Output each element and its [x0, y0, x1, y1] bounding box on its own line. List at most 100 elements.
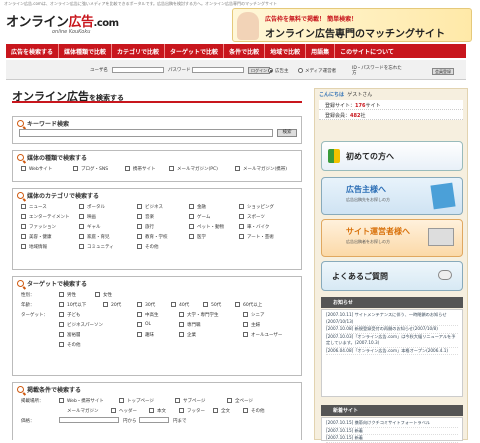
nav-media-type[interactable]: 媒体種類で比較 [59, 44, 113, 58]
media-checkbox[interactable] [73, 166, 78, 171]
target-checkbox[interactable] [243, 312, 248, 317]
category-checkbox[interactable] [137, 234, 142, 239]
category-checkbox[interactable] [137, 214, 142, 219]
position-checkbox[interactable] [213, 408, 218, 413]
category-checkbox[interactable] [21, 234, 26, 239]
header-banner[interactable]: 広告枠を無料で掲載！ 簡単検索！ オンライン広告専門のマッチングサイト [232, 8, 472, 42]
category-checkbox[interactable] [79, 224, 84, 229]
target-checkbox[interactable] [59, 322, 64, 327]
nav-conditions[interactable]: 条件で比較 [224, 44, 266, 58]
target-checkbox[interactable] [59, 332, 64, 337]
news-item[interactable]: [2006.04.08]「オンライン広告.com」本格オープン(2006.4.1… [326, 348, 458, 355]
username-input[interactable] [112, 67, 164, 73]
position-checkbox[interactable] [179, 408, 184, 413]
category-checkbox[interactable] [137, 244, 142, 249]
category-checkbox[interactable] [79, 234, 84, 239]
target-checkbox[interactable] [137, 332, 142, 337]
nav-target[interactable]: ターゲットで比較 [165, 44, 225, 58]
position-checkbox[interactable] [59, 398, 64, 403]
media-checkbox[interactable] [125, 166, 130, 171]
category-checkbox[interactable] [189, 214, 194, 219]
age-checkbox[interactable] [235, 302, 240, 307]
new-site-item[interactable]: [2007.10.15] 携帯向けクチコミサイトフォートラベル [326, 420, 458, 428]
category-label: 映画 [87, 215, 96, 220]
target-option: 中高生 [145, 313, 159, 318]
media-option-label: 携帯サイト [133, 167, 156, 172]
position-checkbox[interactable] [119, 398, 124, 403]
age-checkbox[interactable] [103, 302, 108, 307]
category-checkbox[interactable] [137, 224, 142, 229]
target-checkbox[interactable] [59, 312, 64, 317]
main-nav: 広告を検索する 媒体種類で比較 カテゴリで比較 ターゲットで比較 条件で比較 地… [6, 44, 466, 58]
faq-button[interactable]: よくあるご質問 [321, 261, 463, 291]
position-checkbox[interactable] [175, 398, 180, 403]
news-item[interactable]: [2007.10.08] 新規登録受付の再開のお知らせ(2007/10/8) [326, 326, 458, 334]
target-checkbox[interactable] [179, 312, 184, 317]
nav-search[interactable]: 広告を検索する [6, 44, 60, 58]
nav-about[interactable]: このサイトについて [335, 44, 399, 58]
gender-checkbox[interactable] [95, 292, 100, 297]
target-checkbox[interactable] [243, 322, 248, 327]
age-checkbox[interactable] [171, 302, 176, 307]
category-checkbox[interactable] [21, 224, 26, 229]
target-checkbox[interactable] [179, 332, 184, 337]
nav-category[interactable]: カテゴリで比較 [112, 44, 166, 58]
category-label: 教育・学校 [145, 235, 168, 240]
site-operator-button[interactable]: サイト運営者様へ 広告出稿者をお探しの方 [321, 219, 463, 257]
category-checkbox[interactable] [79, 204, 84, 209]
media-checkbox[interactable] [21, 166, 26, 171]
laptop-icon [428, 228, 454, 246]
age-checkbox[interactable] [59, 302, 64, 307]
news-item[interactable]: [2007.10.03]「オンライン広告.com」は今秋大幅リニューアルを予定し… [326, 334, 458, 348]
category-checkbox[interactable] [79, 214, 84, 219]
category-checkbox[interactable] [189, 234, 194, 239]
target-checkbox[interactable] [137, 312, 142, 317]
age-checkbox[interactable] [137, 302, 142, 307]
category-checkbox[interactable] [21, 214, 26, 219]
category-checkbox[interactable] [21, 244, 26, 249]
site-logo[interactable]: オンライン広告.com [6, 11, 119, 30]
category-checkbox[interactable] [189, 204, 194, 209]
position-checkbox[interactable] [227, 398, 232, 403]
target-option: その他 [67, 343, 81, 348]
price-to-input[interactable] [139, 417, 169, 423]
media-radio[interactable] [298, 68, 303, 73]
keyword-input[interactable] [19, 129, 273, 137]
category-checkbox[interactable] [137, 204, 142, 209]
category-checkbox[interactable] [239, 234, 244, 239]
category-checkbox[interactable] [239, 204, 244, 209]
category-checkbox[interactable] [189, 224, 194, 229]
advertiser-radio[interactable] [268, 68, 273, 73]
forgot-password-link[interactable]: ID・パスワードを忘れた方 [352, 66, 404, 76]
target-option: 大学・専門学生 [187, 313, 219, 318]
position-checkbox[interactable] [149, 408, 154, 413]
login-button[interactable]: ログイン [248, 67, 270, 74]
nav-glossary[interactable]: 用語集 [306, 44, 336, 58]
gender-checkbox[interactable] [59, 292, 64, 297]
password-input[interactable] [192, 67, 244, 73]
keyword-search-button[interactable]: 検索 [277, 129, 297, 137]
position-checkbox[interactable] [243, 408, 248, 413]
media-checkbox[interactable] [235, 166, 240, 171]
target-checkbox[interactable] [137, 322, 142, 327]
category-checkbox[interactable] [21, 204, 26, 209]
target-checkbox[interactable] [179, 322, 184, 327]
target-checkbox[interactable] [59, 342, 64, 347]
target-checkbox[interactable] [243, 332, 248, 337]
advertiser-button[interactable]: 広告主様へ 広告出稿先をお探しの方 [321, 177, 463, 215]
position-checkbox[interactable] [111, 408, 116, 413]
mouse-icon [438, 270, 452, 280]
news-item[interactable]: [2007.10.11] サイトメンテナンスに伴う、一時閉鎖のお知らせ(2007… [326, 312, 458, 326]
media-checkbox[interactable] [169, 166, 174, 171]
price-from-input[interactable] [59, 417, 119, 423]
category-checkbox[interactable] [239, 224, 244, 229]
age-checkbox[interactable] [203, 302, 208, 307]
category-checkbox[interactable] [79, 244, 84, 249]
new-site-item[interactable]: [2007.10.15] 新着 [326, 428, 458, 435]
nav-region[interactable]: 地域で比較 [265, 44, 307, 58]
new-site-item[interactable]: [2007.10.15] 新着 [326, 435, 458, 443]
category-checkbox[interactable] [239, 214, 244, 219]
conditions-heading: 掲載条件で検索する [13, 383, 301, 396]
register-button[interactable]: 会員登録 [432, 68, 454, 75]
first-visit-button[interactable]: 初めての方へ [321, 141, 463, 171]
